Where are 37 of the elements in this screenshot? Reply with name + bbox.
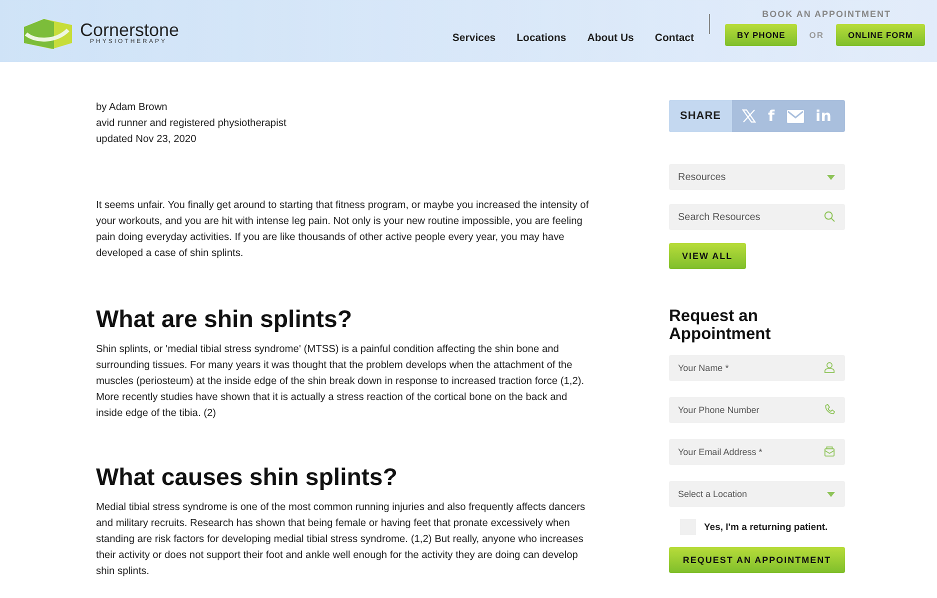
by-phone-button[interactable]: BY PHONE	[725, 24, 798, 46]
search-field[interactable]: Search Resources	[669, 204, 845, 230]
nav-link[interactable]: About Us	[587, 32, 634, 44]
article-paragraph: Shin splints, or 'medial tibial stress syndrome' (MTSS) is a painful condition affecting the shin bone and surrounding tissues. For many years it was thought that the problem develops when the attachment of the muscles (periosteum) at the inside edge of the shin break down in response to increased traction force (1,2). More recently studies have shown that it is actually a stress reaction of the cortical bone on the back and inside edge of the tibia. (2)	[96, 343, 586, 421]
byline-text: by Adam Brown	[96, 101, 168, 115]
view-all-button[interactable]: VIEW ALL	[669, 243, 746, 269]
form-title: Request an Appointment	[669, 307, 772, 343]
caret-icon	[827, 492, 835, 496]
phone-icon	[824, 404, 835, 415]
envelope-icon	[824, 446, 835, 457]
location-select[interactable]: Select a Location	[669, 481, 845, 507]
input-field[interactable]: Your Name *	[669, 355, 845, 381]
checkbox-label: Yes, I'm a returning patient.	[704, 522, 828, 532]
article-paragraph: Medial tibial stress syndrome is one of the most common running injuries and also frequently affects dancers and military recruits. Research has shown that being female or having feet that pronate excessively when standing are risk factors for developing medial tibial stress syndrome. (1,2) But really, anyone who increases their activity or does not support their foot and ankle well enough for the activity they are doing can develop shin splints.	[96, 501, 586, 579]
resources-dropdown[interactable]: Resources	[669, 164, 845, 190]
input-field[interactable]: Your Phone Number	[669, 397, 845, 423]
nav-link[interactable]: Services	[452, 32, 496, 44]
search-icon	[824, 211, 835, 222]
logo-icon	[24, 17, 72, 49]
article-paragraph: It seems unfair. You finally get around to starting that fitness program, or maybe you increased the intensity of your workouts, and you are hit with intense leg pain. Not only is your new routine impossible, you are feeling pain doing everyday activities. If you are like thousands of other active people every year, you may have developed a case of shin splints.	[96, 199, 590, 261]
online-form-button[interactable]: ONLINE FORM	[836, 24, 925, 46]
submit-button[interactable]: REQUEST AN APPOINTMENT	[669, 547, 845, 573]
person-icon	[824, 362, 835, 373]
mail-icon[interactable]	[786, 110, 804, 122]
byline-text: avid runner and registered physiotherapist	[96, 117, 288, 131]
section-heading: What are shin splints?	[96, 308, 354, 332]
byline-text: updated Nov 23, 2020	[96, 133, 198, 147]
logo-name: Cornerstone	[80, 21, 180, 39]
share-label: SHARE	[669, 100, 732, 132]
section-heading: What causes shin splints?	[96, 466, 398, 490]
input-field[interactable]: Your Email Address *	[669, 439, 845, 465]
nav-link[interactable]: Locations	[516, 32, 566, 44]
booking-title: BOOK AN APPOINTMENT	[762, 9, 891, 19]
caret-icon	[827, 174, 835, 180]
x-icon[interactable]	[742, 109, 756, 123]
nav-link[interactable]: Contact	[654, 32, 694, 44]
or-separator: OR	[809, 30, 824, 40]
